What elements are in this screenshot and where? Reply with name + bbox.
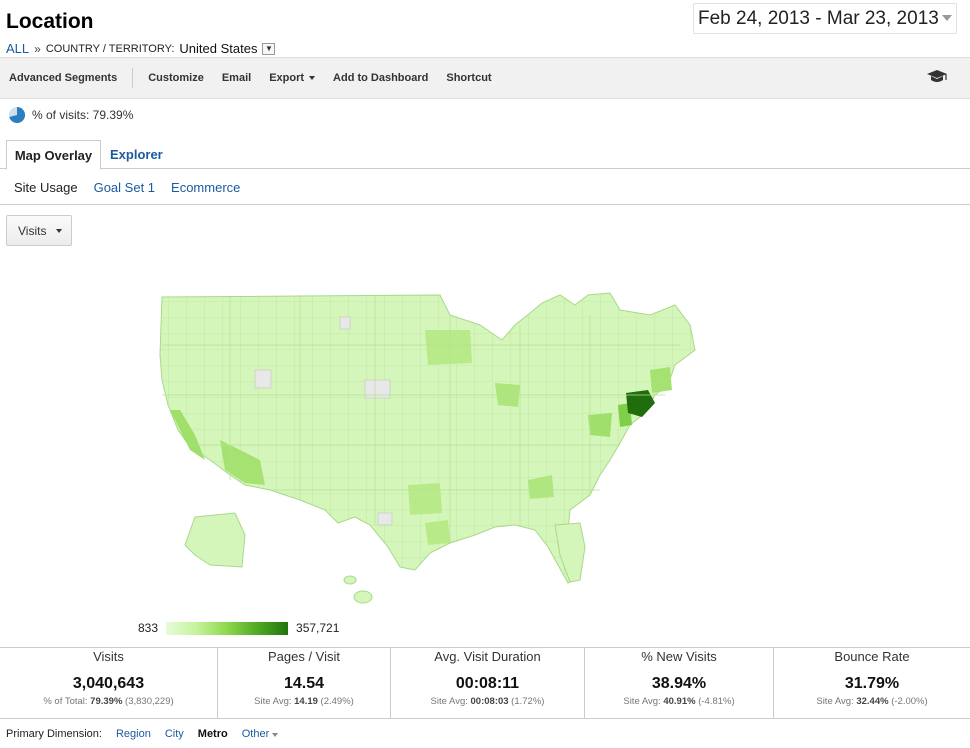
- map-region: [425, 330, 472, 365]
- email-button[interactable]: Email: [213, 58, 260, 98]
- primary-dimension-label: Primary Dimension:: [6, 728, 102, 740]
- map-no-data: [254, 369, 272, 389]
- dimension-option-region[interactable]: Region: [116, 728, 151, 740]
- stat-avg-visit-duration: Avg. Visit Duration 00:08:11 Site Avg: 0…: [391, 648, 585, 718]
- subtab-site-usage[interactable]: Site Usage: [0, 180, 86, 195]
- map-region: [650, 367, 672, 393]
- map-alaska: [184, 512, 246, 568]
- dimension-value: United States: [179, 41, 258, 56]
- toolbar: Advanced Segments Customize Email Export…: [0, 57, 970, 99]
- summary-stats: Visits 3,040,643 % of Total: 79.39% (3,8…: [0, 647, 970, 719]
- map-region: [588, 413, 612, 437]
- subtab-goal-set-1[interactable]: Goal Set 1: [86, 180, 163, 195]
- visits-percent-text: % of visits: 79.39%: [32, 108, 134, 122]
- legend-min: 833: [138, 621, 159, 635]
- map-no-data: [377, 512, 393, 526]
- caret-down-icon: [272, 733, 279, 737]
- customize-button[interactable]: Customize: [139, 58, 213, 98]
- caret-down-icon: [309, 76, 316, 80]
- breadcrumb: ALL » COUNTRY / TERRITORY: United States…: [6, 41, 276, 56]
- metric-select-value: Visits: [18, 223, 47, 238]
- us-map[interactable]: [150, 285, 710, 620]
- stat-visits: Visits 3,040,643 % of Total: 79.39% (3,8…: [0, 648, 218, 718]
- tab-map-overlay[interactable]: Map Overlay: [6, 140, 101, 170]
- date-range-picker[interactable]: Feb 24, 2013 - Mar 23, 2013: [693, 3, 957, 34]
- dimension-option-metro[interactable]: Metro: [198, 728, 228, 740]
- toolbar-divider: [132, 68, 134, 88]
- shortcut-button[interactable]: Shortcut: [437, 58, 500, 98]
- graduation-cap-icon[interactable]: [926, 69, 948, 88]
- add-to-dashboard-button[interactable]: Add to Dashboard: [324, 58, 437, 98]
- map-region: [425, 520, 450, 545]
- stat-new-visits: % New Visits 38.94% Site Avg: 40.91% (-4…: [585, 648, 774, 718]
- page-title: Location: [6, 10, 94, 33]
- dimension-option-other[interactable]: Other: [242, 728, 279, 740]
- view-tabs: Map Overlay Explorer: [0, 140, 970, 170]
- map-hawaii: [353, 590, 373, 604]
- pie-chart-icon: [9, 106, 26, 123]
- dimension-label: COUNTRY / TERRITORY:: [45, 42, 175, 55]
- advanced-segments-button[interactable]: Advanced Segments: [0, 58, 126, 98]
- breadcrumb-separator: »: [34, 41, 41, 56]
- map-florida: [554, 522, 586, 583]
- stat-bounce-rate: Bounce Rate 31.79% Site Avg: 32.44% (-2.…: [816, 649, 928, 707]
- metric-group-tabs: Site Usage Goal Set 1 Ecommerce: [0, 170, 970, 205]
- stat-pages-per-visit: Pages / Visit 14.54 Site Avg: 14.19 (2.4…: [218, 648, 391, 718]
- legend-max: 357,721: [296, 621, 340, 635]
- chevron-down-icon: [942, 15, 952, 21]
- metric-select[interactable]: Visits: [6, 215, 72, 246]
- map-hawaii: [343, 575, 357, 585]
- dimension-option-city[interactable]: City: [165, 728, 184, 740]
- date-range-text: Feb 24, 2013 - Mar 23, 2013: [698, 7, 939, 29]
- primary-dimension-bar: Primary Dimension: Region City Metro Oth…: [6, 728, 279, 740]
- map-legend: 833 357,721: [138, 621, 339, 635]
- map-no-data: [339, 316, 351, 330]
- visits-percent-indicator: % of visits: 79.39%: [8, 106, 133, 124]
- tab-explorer[interactable]: Explorer: [110, 140, 163, 169]
- export-button[interactable]: Export: [260, 58, 324, 98]
- legend-gradient-bar: [166, 621, 289, 635]
- map-region: [408, 483, 442, 515]
- breadcrumb-all-link[interactable]: ALL: [6, 41, 29, 56]
- dimension-dropdown-button[interactable]: ▼: [262, 42, 276, 55]
- subtab-ecommerce[interactable]: Ecommerce: [163, 180, 248, 195]
- caret-down-icon: [56, 228, 63, 233]
